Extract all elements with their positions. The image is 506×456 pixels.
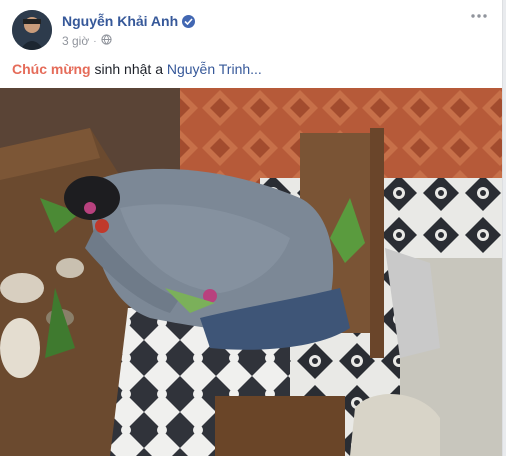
post-text-highlight: Chúc mừng bbox=[12, 61, 91, 77]
post-timestamp[interactable]: 3 giờ bbox=[62, 34, 89, 48]
post-meta: 3 giờ · bbox=[62, 34, 112, 48]
globe-icon[interactable] bbox=[100, 34, 112, 48]
tagged-person-link[interactable]: Nguyễn Trinh... bbox=[167, 61, 262, 77]
author-name[interactable]: Nguyễn Khải Anh bbox=[62, 13, 178, 29]
post-card: Nguyễn Khải Anh 3 giờ · Chúc mừng sinh n… bbox=[0, 0, 503, 456]
post-header: Nguyễn Khải Anh 3 giờ · bbox=[12, 10, 490, 52]
post-text: Chúc mừng sinh nhật a Nguyễn Trinh... bbox=[12, 61, 490, 77]
author-row: Nguyễn Khải Anh bbox=[62, 13, 196, 29]
post-text-body: sinh nhật a bbox=[90, 61, 167, 77]
author-avatar[interactable] bbox=[12, 10, 52, 50]
separator-dot: · bbox=[93, 35, 97, 47]
verified-badge-icon bbox=[182, 14, 196, 28]
more-options-icon[interactable] bbox=[468, 10, 490, 26]
post-photo[interactable] bbox=[0, 88, 502, 456]
